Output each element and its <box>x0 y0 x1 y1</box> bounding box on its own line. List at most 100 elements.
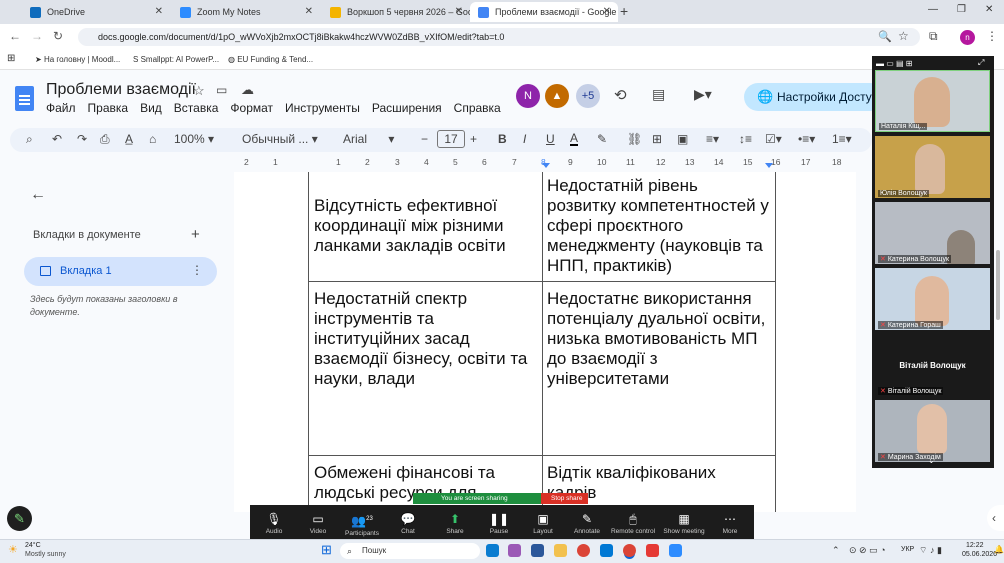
browser-menu-icon[interactable]: ⋮ <box>986 29 998 43</box>
restore-icon[interactable]: ❐ <box>957 4 966 15</box>
language-indicator[interactable]: УКР <box>901 546 914 553</box>
add-tab-icon[interactable]: + <box>191 226 200 243</box>
participant-video[interactable]: ✕ Катерина Волощук <box>875 202 990 264</box>
menu-help[interactable]: Справка <box>454 101 501 115</box>
underline-icon[interactable]: U <box>546 132 555 146</box>
line-spacing-icon[interactable]: ↕≡ <box>739 132 752 146</box>
text-color-icon[interactable]: A <box>570 132 579 146</box>
close-icon[interactable]: ✕ <box>155 6 163 17</box>
notification-icon[interactable]: 🔔 <box>994 545 1004 554</box>
ruler[interactable]: 2 1 1 2 3 4 5 6 7 8 9 10 11 12 13 14 15 … <box>233 155 873 169</box>
network-volume-icon[interactable]: ⌔ ♪ ▮ <box>919 545 942 556</box>
chrome-icon[interactable] <box>577 544 590 557</box>
window-close-icon[interactable]: ✕ <box>985 4 993 15</box>
chrome-active-icon[interactable] <box>623 544 636 557</box>
stop-share-button[interactable]: Stop share <box>541 493 588 504</box>
annotate-button[interactable]: ✎ Annotate <box>564 512 610 535</box>
menu-insert[interactable]: Вставка <box>174 101 219 115</box>
pause-button[interactable]: ❚❚ Pause <box>476 512 522 535</box>
increase-size-icon[interactable]: + <box>470 132 477 146</box>
participants-button[interactable]: 👥23 Participants <box>339 512 385 537</box>
file-explorer-icon[interactable] <box>554 544 567 557</box>
show-side-panel-icon[interactable]: ‹ <box>987 505 1004 531</box>
remote-control-button[interactable]: 🖱 Remote control <box>610 512 656 535</box>
participant-video[interactable]: Наталія Кіщ... <box>875 70 990 132</box>
paint-format-icon[interactable]: ⌂ <box>149 132 156 146</box>
more-button[interactable]: ⋯ More <box>707 512 753 535</box>
browser-tab-active-doc[interactable]: Проблеми взаємодії - Google ✕ <box>470 2 618 22</box>
video-button[interactable]: ▭ Video <box>295 512 341 535</box>
share-button[interactable]: 🌐 Настройки Досту <box>744 83 884 111</box>
hide-sidebar-back-icon[interactable]: ← <box>30 186 46 204</box>
add-comment-icon[interactable]: ⊞ <box>652 132 662 146</box>
bulleted-list-icon[interactable]: •≡▾ <box>798 132 815 146</box>
chat-button[interactable]: 💬 Chat <box>385 512 431 535</box>
star-icon[interactable]: ☆ <box>193 83 205 99</box>
font-select[interactable]: Arial ▾ <box>343 132 405 146</box>
document-title[interactable]: Проблеми взаємодії <box>46 81 196 99</box>
align-icon[interactable]: ≡▾ <box>706 132 719 146</box>
browser-tab-workshop[interactable]: Воркшоп 5 червня 2026 – Goo ✕ <box>322 2 470 22</box>
minimize-icon[interactable]: — <box>928 4 938 15</box>
back-icon[interactable]: ← <box>9 29 21 43</box>
copilot-icon[interactable] <box>508 544 521 557</box>
indent-marker[interactable] <box>542 163 550 168</box>
search-menus-icon[interactable]: ⌕ <box>26 132 33 147</box>
forward-icon[interactable]: → <box>31 29 43 43</box>
menu-extensions[interactable]: Расширения <box>372 101 442 115</box>
close-icon[interactable]: ✕ <box>305 6 313 17</box>
undo-icon[interactable]: ↶ <box>52 132 62 146</box>
word-icon[interactable] <box>531 544 544 557</box>
tray-overflow-icon[interactable]: ⌃ <box>832 545 840 556</box>
menu-view[interactable]: Вид <box>140 101 162 115</box>
participant-video[interactable]: ✕ Марина Заходім <box>875 400 990 462</box>
taskbar-search[interactable]: ⌕ Пошук <box>340 543 480 559</box>
page-scrollbar[interactable] <box>996 250 1000 320</box>
url-bar[interactable]: docs.google.com/document/d/1pO_wWVoXjb2m… <box>78 28 920 46</box>
document-tab-1[interactable]: Вкладка 1 ⋮ <box>24 257 217 286</box>
layout-button[interactable]: ▣ Layout <box>520 512 566 535</box>
browser-tab-onedrive[interactable]: OneDrive ✕ <box>22 2 170 22</box>
decrease-size-icon[interactable]: − <box>421 132 428 146</box>
participant-video-off[interactable]: Віталій Волощук ✕ Віталій Волощук <box>875 334 990 396</box>
zoom-panel-controls[interactable]: ▬ ▭ ▤ ⊞ <box>876 59 913 68</box>
clock-time[interactable]: 12:22 <box>966 542 984 549</box>
participant-video[interactable]: ✕ Катерина Гораш <box>875 268 990 330</box>
table-cell[interactable]: Недостатнє використання потенціалу дуаль… <box>541 285 775 393</box>
highlight-icon[interactable]: ✎ <box>597 132 607 146</box>
move-folder-icon[interactable]: ▭ <box>216 83 227 97</box>
browser-tab-zoom-notes[interactable]: Zoom My Notes ✕ <box>172 2 320 22</box>
expand-icon[interactable]: ⤢ <box>978 58 984 68</box>
zoom-select[interactable]: 100% ▾ <box>174 132 214 146</box>
bookmark-smallppt[interactable]: S Smallppt: AI PowerP... <box>133 55 219 64</box>
menu-file[interactable]: Файл <box>46 101 76 115</box>
edge-icon[interactable] <box>486 544 499 557</box>
link-icon[interactable]: ⛓ <box>627 132 642 146</box>
print-icon[interactable]: ⎙ <box>100 132 110 147</box>
history-icon[interactable]: ⟲ <box>614 86 627 104</box>
apps-grid-icon[interactable]: ⊞ <box>7 53 15 64</box>
windows-start-icon[interactable]: ⊞ <box>321 542 332 558</box>
bookmark-eu-funding[interactable]: ◍ EU Funding & Tend... <box>228 55 313 64</box>
insert-image-icon[interactable]: ▣ <box>677 132 688 146</box>
outlook-icon[interactable] <box>600 544 613 557</box>
style-select[interactable]: Обычный ... ▾ <box>242 132 322 146</box>
menu-format[interactable]: Формат <box>230 101 273 115</box>
close-icon[interactable]: ✕ <box>455 6 463 17</box>
scroll-down-icon[interactable]: ⌄ <box>928 456 935 465</box>
google-docs-icon[interactable] <box>15 86 34 111</box>
collaborator-avatar-anon[interactable]: ▲ <box>545 84 569 108</box>
edit-pen-icon[interactable]: ✎ <box>7 506 32 531</box>
close-icon[interactable]: ✕ <box>603 6 611 17</box>
profile-avatar[interactable]: n <box>960 30 975 45</box>
menu-edit[interactable]: Правка <box>88 101 129 115</box>
table-cell[interactable]: Недостатній спектр інструментів та інсти… <box>308 285 542 393</box>
table-cell[interactable]: Відсутність ефективної координації між р… <box>308 192 542 260</box>
bookmark-star-icon[interactable]: ☆ <box>898 29 909 43</box>
meet-icon[interactable]: ▶▾ <box>694 86 712 103</box>
more-collaborators-badge[interactable]: +5 <box>576 84 600 108</box>
weather-temp[interactable]: 24°C <box>25 542 41 549</box>
numbered-list-icon[interactable]: 1≡▾ <box>832 132 852 146</box>
zoom-app-icon[interactable] <box>669 544 682 557</box>
table-cell[interactable]: Недостатній рівень розвитку компетентнос… <box>541 172 775 280</box>
